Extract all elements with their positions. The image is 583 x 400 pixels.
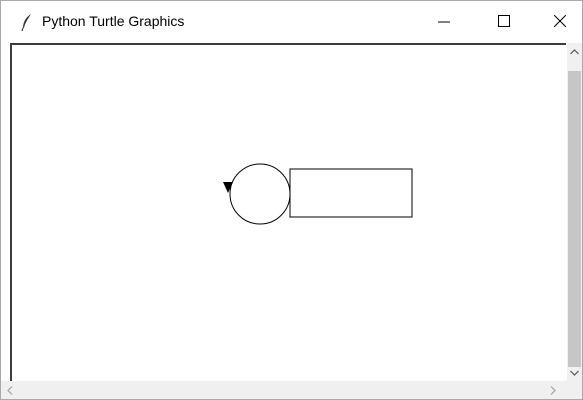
scroll-right-button[interactable]: [544, 381, 561, 399]
scroll-down-button[interactable]: [567, 364, 582, 381]
title-bar[interactable]: Python Turtle Graphics: [1, 1, 582, 41]
turtle-canvas-area[interactable]: [10, 43, 566, 381]
scrollbar-corner: [567, 381, 582, 399]
vertical-scrollbar[interactable]: [567, 43, 582, 381]
maximize-icon: [498, 15, 510, 27]
maximize-button[interactable]: [481, 1, 527, 41]
feather-icon: [20, 13, 34, 32]
minimize-icon: [438, 21, 450, 23]
drawn-rectangle: [289, 168, 413, 218]
turtle-window: Python Turtle Graphics: [0, 0, 583, 400]
turtle-arrow-icon: [223, 182, 233, 193]
close-button[interactable]: [537, 1, 582, 41]
drawn-circle: [229, 163, 291, 225]
minimize-button[interactable]: [421, 1, 467, 41]
horizontal-scrollbar[interactable]: [1, 381, 567, 399]
chevron-down-icon: [570, 370, 579, 376]
close-icon: [554, 15, 566, 27]
chevron-left-icon: [6, 385, 12, 395]
chevron-up-icon: [570, 48, 579, 54]
turtle-canvas[interactable]: [12, 45, 566, 381]
scroll-up-button[interactable]: [567, 43, 582, 60]
window-title: Python Turtle Graphics: [42, 13, 185, 29]
vertical-scroll-thumb[interactable]: [568, 71, 581, 367]
scroll-left-button[interactable]: [1, 381, 18, 399]
chevron-right-icon: [550, 385, 556, 395]
